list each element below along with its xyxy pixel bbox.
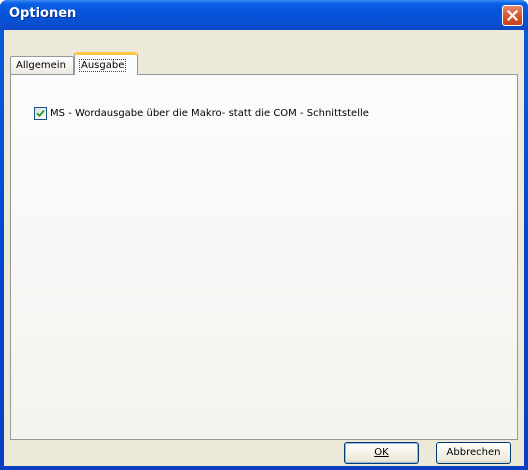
tab-allgemein-label: Allgemein xyxy=(16,60,66,71)
ok-button-label: OK xyxy=(374,447,389,458)
word-macro-output-checkbox[interactable] xyxy=(34,107,47,120)
cancel-button-label: Abbrechen xyxy=(446,447,501,458)
tab-ausgabe-label: Ausgabe xyxy=(78,59,127,72)
cancel-button[interactable]: Abbrechen xyxy=(436,442,511,464)
ok-button[interactable]: OK xyxy=(344,442,419,464)
tab-ausgabe[interactable]: Ausgabe xyxy=(74,52,138,75)
titlebar[interactable]: Optionen xyxy=(0,0,528,30)
dialog-body: Allgemein Ausgabe MS - Wordausgabe über … xyxy=(4,30,524,466)
word-macro-output-label: MS - Wordausgabe über die Makro- statt d… xyxy=(50,108,369,119)
window-title: Optionen xyxy=(9,6,77,21)
close-icon xyxy=(507,10,518,21)
close-button[interactable] xyxy=(502,5,523,26)
tab-panel-ausgabe: MS - Wordausgabe über die Makro- statt d… xyxy=(10,74,518,440)
word-macro-output-option[interactable]: MS - Wordausgabe über die Makro- statt d… xyxy=(34,107,369,120)
options-dialog: Optionen Allgemein Ausgabe MS - Wordausg… xyxy=(0,0,528,470)
tab-allgemein[interactable]: Allgemein xyxy=(10,56,74,74)
checkmark-icon xyxy=(36,109,45,118)
